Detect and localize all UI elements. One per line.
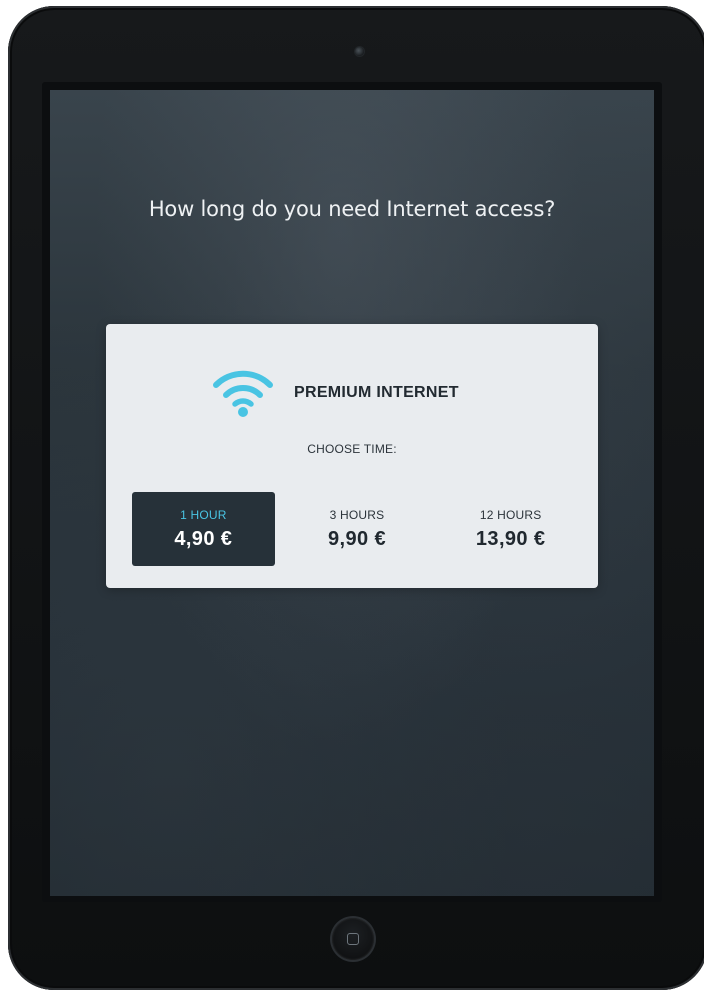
time-options: 1 HOUR 4,90 € 3 HOURS 9,90 € 12 HOURS 13… [132,492,582,566]
app-screen: How long do you need Internet access? PR… [50,90,654,896]
home-button[interactable] [332,918,374,960]
plan-card: PREMIUM INTERNET CHOOSE TIME: 1 HOUR 4,9… [106,324,598,588]
product-name: PREMIUM INTERNET [294,384,459,401]
product-header: PREMIUM INTERNET [212,364,459,422]
choose-time-label: CHOOSE TIME: [307,442,397,456]
front-camera-icon [355,47,364,56]
option-duration: 12 HOURS [479,507,542,522]
option-price: 13,90 € [475,527,546,550]
wifi-icon [213,370,273,417]
option-1-hour[interactable]: 1 HOUR 4,90 € [132,492,275,566]
option-3-hours[interactable]: 3 HOURS 9,90 € [286,492,429,566]
home-button-icon [347,933,359,945]
option-duration: 1 HOUR [180,507,227,522]
option-12-hours[interactable]: 12 HOURS 13,90 € [439,492,582,566]
page-title: How long do you need Internet access? [148,197,556,221]
option-duration: 3 HOURS [329,507,385,522]
option-price: 9,90 € [328,527,387,550]
option-price: 4,90 € [174,527,233,550]
